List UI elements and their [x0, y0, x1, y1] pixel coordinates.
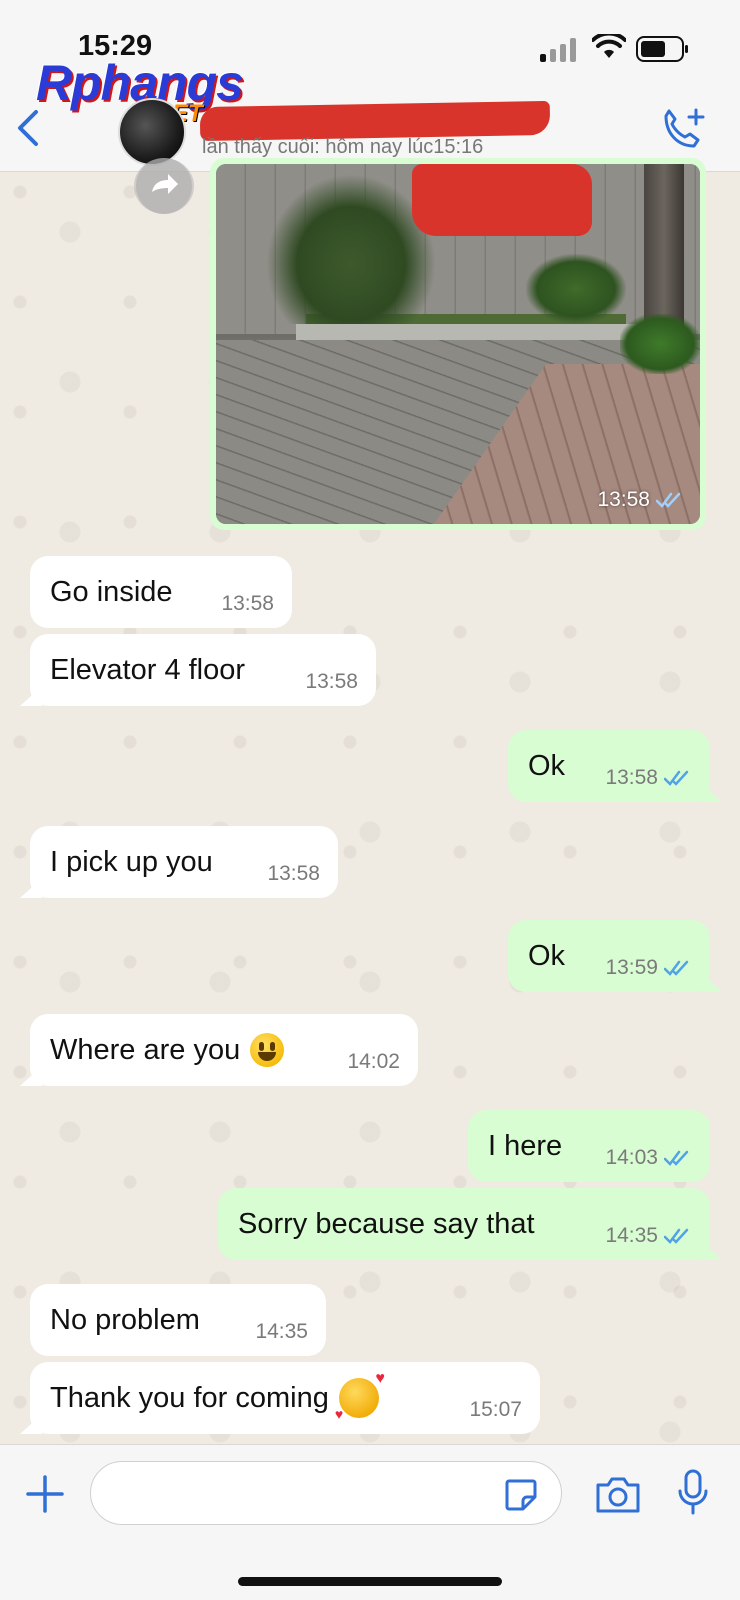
message-bubble-incoming[interactable]: Where are you 14:02 [20, 1014, 418, 1086]
message-time: 14:03 [605, 1146, 658, 1169]
message-bubble-outgoing[interactable]: I here 14:03 [468, 1110, 710, 1182]
message-meta: 13:58 [605, 766, 692, 790]
shared-photo[interactable]: 13:58 [216, 164, 700, 524]
message-meta: 14:35 [605, 1224, 692, 1248]
message-meta: 13:58 [221, 592, 274, 616]
message-composer [0, 1444, 740, 1600]
message-bubble-incoming[interactable]: Go inside 13:58 [30, 556, 292, 628]
message-time: 13:58 [267, 862, 320, 885]
sticker-button[interactable] [503, 1477, 539, 1513]
camera-button[interactable] [594, 1473, 642, 1515]
read-receipt-icon [656, 492, 681, 508]
wifi-icon [592, 34, 626, 58]
cellular-signal-icon [540, 38, 576, 62]
message-text: I here [488, 1129, 563, 1162]
message-meta: 13:58 [305, 670, 358, 694]
message-time: 13:58 [597, 488, 650, 511]
message-bubble-incoming[interactable]: I pick up you 13:58 [20, 826, 338, 898]
read-receipt-icon [664, 770, 689, 786]
message-meta: 14:35 [255, 1320, 308, 1344]
message-text: No problem [50, 1303, 200, 1336]
battery-icon [636, 36, 688, 62]
message-text: Ok [528, 749, 566, 782]
image-message-meta: 13:58 [597, 488, 684, 512]
read-receipt-icon [664, 1228, 689, 1244]
read-receipt-icon [664, 960, 689, 976]
add-call-button[interactable] [658, 106, 708, 152]
message-time: 14:02 [347, 1050, 400, 1073]
message-time: 14:35 [255, 1320, 308, 1343]
message-text: Ok [528, 939, 566, 972]
redacted-photo-area [412, 164, 592, 236]
image-message[interactable]: 13:58 [210, 158, 706, 530]
message-text: Thank you for coming [50, 1381, 329, 1414]
message-bubble-incoming[interactable]: Elevator 4 floor 13:58 [20, 634, 376, 706]
message-bubble-outgoing[interactable]: Sorry because say that 14:35 [218, 1188, 722, 1260]
back-button[interactable] [14, 108, 44, 148]
message-bubble-outgoing[interactable]: Ok 13:58 [508, 730, 722, 802]
message-text: Go inside [50, 575, 173, 608]
message-text: Elevator 4 floor [50, 653, 246, 686]
message-meta: 13:58 [267, 862, 320, 886]
contact-avatar[interactable] [118, 98, 186, 166]
smiling-face-with-hearts-emoji-icon [335, 1370, 385, 1422]
chat-header: 15:29 Rphangs .NET lần thấy cuối: hôm na… [0, 0, 740, 172]
forward-button[interactable] [134, 158, 194, 214]
attach-plus-button[interactable] [24, 1473, 66, 1515]
message-text: I pick up you [50, 845, 213, 878]
message-time: 15:07 [469, 1398, 522, 1421]
message-time: 13:58 [221, 592, 274, 615]
message-time: 14:35 [605, 1224, 658, 1247]
message-time: 13:58 [305, 670, 358, 693]
grinning-face-emoji-icon [250, 1033, 285, 1067]
message-time: 13:59 [605, 956, 658, 979]
last-seen-status: lần thấy cuối: hôm nay lúc15:16 [202, 136, 484, 158]
message-input[interactable] [90, 1461, 562, 1525]
message-bubble-incoming[interactable]: No problem 14:35 [30, 1284, 326, 1356]
message-bubble-incoming[interactable]: Thank you for coming 15:07 [20, 1362, 540, 1434]
message-text: Sorry because say that [238, 1207, 535, 1240]
message-meta: 14:02 [347, 1050, 400, 1074]
message-bubble-outgoing[interactable]: Ok 13:59 [508, 920, 722, 992]
message-text: Where are you [50, 1033, 241, 1066]
home-indicator[interactable] [238, 1577, 502, 1586]
message-meta: 15:07 [469, 1398, 522, 1422]
microphone-button[interactable] [676, 1469, 710, 1517]
message-meta: 14:03 [605, 1146, 692, 1170]
read-receipt-icon [664, 1150, 689, 1166]
message-time: 13:58 [605, 766, 658, 789]
message-meta: 13:59 [605, 956, 692, 980]
